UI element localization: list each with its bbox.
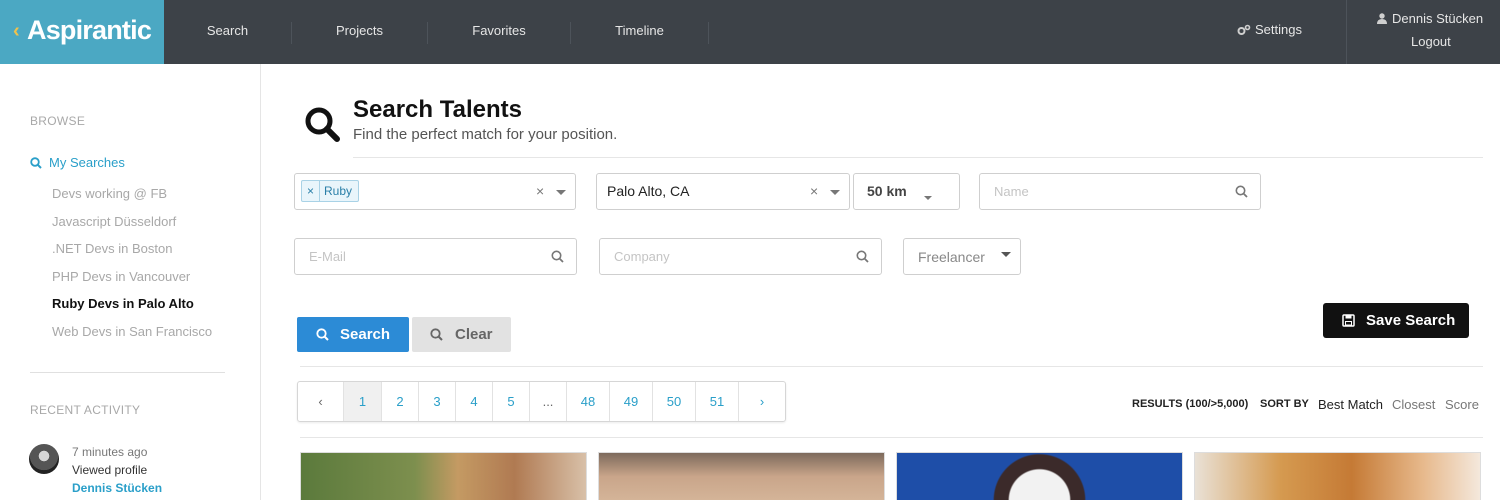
user-name: Dennis Stücken [1392, 11, 1484, 26]
page-button[interactable]: 3 [419, 382, 456, 421]
clear-button[interactable]: Clear [412, 317, 511, 352]
remove-tag-icon[interactable]: × [302, 181, 320, 201]
results-count: RESULTS (100/>5,000) [1132, 398, 1249, 410]
page-ellipsis: ... [530, 382, 567, 421]
talent-card-photo[interactable] [598, 452, 885, 500]
logout-link[interactable]: Logout [1411, 34, 1451, 49]
skill-tag: × Ruby [301, 180, 360, 202]
email-placeholder: E-Mail [309, 249, 346, 264]
activity-text: Viewed profile [72, 463, 148, 477]
saved-search-item-active[interactable]: Ruby Devs in Palo Alto [52, 296, 212, 324]
user-icon [1377, 13, 1387, 24]
talent-card-photo[interactable] [300, 452, 587, 500]
search-icon [551, 250, 564, 263]
page-button[interactable]: 4 [456, 382, 493, 421]
search-icon [430, 328, 443, 341]
floppy-disk-icon [1342, 314, 1355, 327]
search-icon [856, 250, 869, 263]
company-input[interactable]: Company [599, 238, 882, 275]
page-title: Search Talents [353, 96, 522, 123]
radius-value: 50 km [867, 183, 907, 199]
pagination: ‹ 1 2 3 4 5 ... 48 49 50 51 › [297, 381, 786, 422]
header-divider [353, 157, 1483, 158]
nav-favorites[interactable]: Favorites [428, 0, 570, 64]
settings-link[interactable]: Settings [1237, 22, 1302, 37]
search-icon [1235, 185, 1248, 198]
nav-timeline[interactable]: Timeline [571, 0, 708, 64]
user-menu: Dennis Stücken Logout [1346, 0, 1500, 64]
page-button[interactable]: 5 [493, 382, 530, 421]
talent-card-photo[interactable] [896, 452, 1183, 500]
skill-tag-label: Ruby [324, 184, 353, 198]
results-divider [300, 437, 1483, 438]
sidebar: BROWSE My Searches Devs working @ FB Jav… [0, 64, 261, 500]
page-button[interactable]: 48 [567, 382, 610, 421]
radius-select[interactable]: 50 km [853, 173, 960, 210]
next-page-button[interactable]: › [739, 382, 785, 421]
browse-heading: BROWSE [30, 114, 86, 128]
page-subtitle: Find the perfect match for your position… [353, 126, 618, 143]
app-logo[interactable]: ‹ Aspirantic [0, 0, 164, 64]
save-search-button[interactable]: Save Search [1323, 303, 1469, 338]
recent-activity-heading: RECENT ACTIVITY [30, 403, 141, 417]
my-searches-link[interactable]: My Searches [30, 155, 125, 170]
nav-divider [708, 22, 709, 44]
clear-button-label: Clear [455, 326, 493, 343]
top-navbar: ‹ Aspirantic Search Projects Favorites T… [0, 0, 1500, 64]
save-search-label: Save Search [1366, 312, 1456, 329]
avatar[interactable] [29, 444, 59, 474]
activity-time: 7 minutes ago [72, 445, 148, 459]
talent-card-photo[interactable] [1194, 452, 1481, 500]
page-button[interactable]: 2 [382, 382, 419, 421]
search-button-label: Search [340, 326, 391, 343]
clear-skills-icon[interactable]: × [536, 183, 544, 199]
user-name-link[interactable]: Dennis Stücken [1377, 11, 1483, 26]
settings-label: Settings [1255, 22, 1302, 37]
chevron-down-icon [1001, 252, 1011, 257]
name-placeholder: Name [994, 184, 1029, 199]
toolbar-divider [300, 366, 1483, 367]
page-button[interactable]: 1 [344, 382, 382, 421]
search-title-icon [305, 107, 340, 142]
nav-projects[interactable]: Projects [292, 0, 427, 64]
page-button[interactable]: 49 [610, 382, 653, 421]
gears-icon [1237, 24, 1251, 35]
search-button[interactable]: Search [297, 317, 409, 352]
logo-text: Aspirantic [27, 15, 152, 45]
location-select[interactable]: Palo Alto, CA × [596, 173, 850, 210]
sort-best-match[interactable]: Best Match [1318, 397, 1383, 412]
type-select[interactable]: Freelancer [903, 238, 1021, 275]
saved-search-item[interactable]: Javascript Düsseldorf [52, 214, 212, 242]
sort-score[interactable]: Score [1445, 397, 1479, 412]
sort-closest[interactable]: Closest [1392, 397, 1435, 412]
chevron-down-icon[interactable] [830, 190, 840, 195]
company-placeholder: Company [614, 249, 670, 264]
saved-searches-list: Devs working @ FB Javascript Düsseldorf … [52, 186, 212, 352]
chevron-down-icon[interactable] [556, 190, 566, 195]
nav-search[interactable]: Search [164, 0, 291, 64]
logo-chevron-icon: ‹ [13, 20, 20, 42]
search-icon [30, 157, 42, 169]
saved-search-item[interactable]: .NET Devs in Boston [52, 241, 212, 269]
sidebar-divider [30, 372, 225, 373]
saved-search-item[interactable]: Devs working @ FB [52, 186, 212, 214]
activity-profile-link[interactable]: Dennis Stücken [72, 481, 162, 495]
page-button[interactable]: 51 [696, 382, 739, 421]
sort-by-label: SORT BY [1260, 398, 1309, 410]
clear-location-icon[interactable]: × [810, 183, 818, 199]
chevron-down-icon [924, 196, 932, 200]
email-input[interactable]: E-Mail [294, 238, 577, 275]
search-icon [316, 328, 329, 341]
my-searches-label: My Searches [49, 155, 125, 170]
saved-search-item[interactable]: Web Devs in San Francisco [52, 324, 212, 352]
page-button[interactable]: 50 [653, 382, 696, 421]
prev-page-button[interactable]: ‹ [298, 382, 344, 421]
location-value: Palo Alto, CA [607, 183, 690, 199]
skills-select[interactable]: × Ruby × [294, 173, 576, 210]
saved-search-item[interactable]: PHP Devs in Vancouver [52, 269, 212, 297]
type-value: Freelancer [918, 249, 985, 265]
name-input[interactable]: Name [979, 173, 1261, 210]
